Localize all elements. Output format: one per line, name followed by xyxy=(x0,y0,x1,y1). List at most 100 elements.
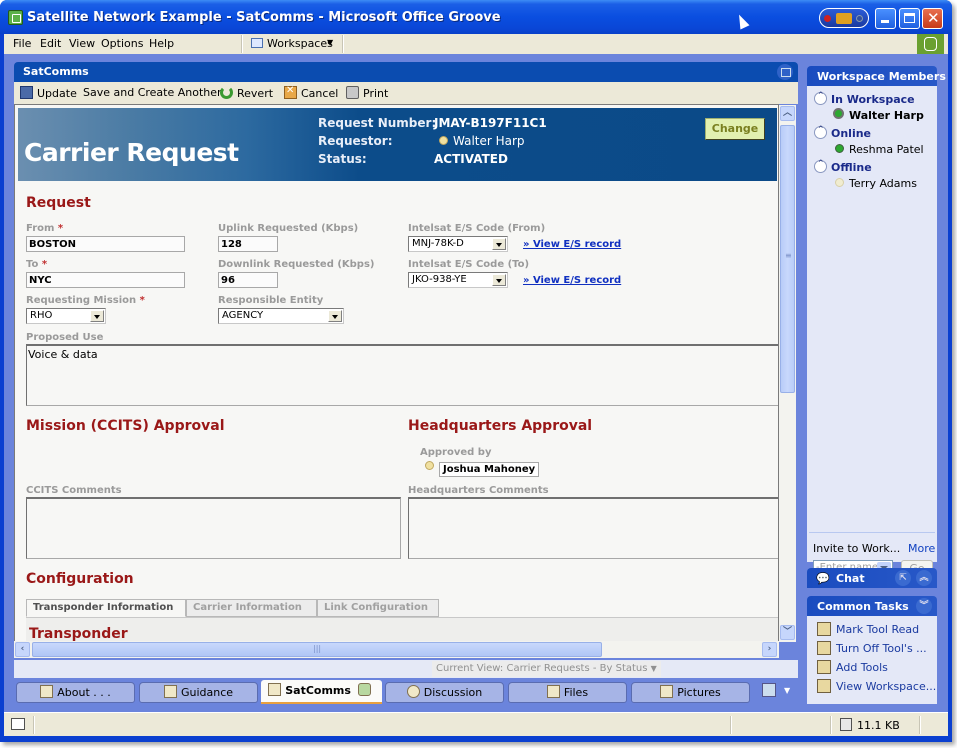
undock-icon[interactable] xyxy=(777,64,793,80)
menu-help[interactable]: Help xyxy=(149,37,174,50)
expand-chat-icon[interactable]: ︽ xyxy=(916,570,932,586)
member-reshma-patel[interactable]: Reshma Patel xyxy=(835,143,924,156)
responsible-entity-label: Responsible Entity xyxy=(218,295,324,306)
more-link[interactable]: More xyxy=(908,542,935,555)
members-header: Workspace Members xyxy=(807,66,946,86)
collapse-icon xyxy=(814,91,827,105)
task-turn-off-tool[interactable]: Turn Off Tool's ... xyxy=(817,641,927,655)
requestor-value: Walter Harp xyxy=(439,134,525,148)
minimize-button[interactable] xyxy=(875,8,896,29)
tab-about[interactable]: About . . . xyxy=(16,682,135,703)
change-button[interactable]: Change xyxy=(705,118,765,140)
status-separator xyxy=(919,716,921,734)
chat-header[interactable]: 💬 Chat ⇱ ︽ xyxy=(807,568,937,588)
horizontal-scroll-thumb[interactable]: ||| xyxy=(32,642,602,657)
chevron-down-icon xyxy=(492,238,506,250)
es-to-label: Intelsat E/S Code (To) xyxy=(408,259,530,270)
group-online[interactable]: Online xyxy=(814,125,871,140)
tab-link-configuration[interactable]: Link Configuration xyxy=(317,599,439,617)
collapse-icon xyxy=(814,125,827,139)
tool-title: SatComms xyxy=(23,65,89,78)
configuration-title: Configuration xyxy=(26,571,134,587)
tab-guidance[interactable]: Guidance xyxy=(139,682,258,703)
workspaces-menu[interactable]: Workspaces xyxy=(267,37,333,50)
tray-button[interactable] xyxy=(819,8,869,28)
tab-transponder-information[interactable]: Transponder Information xyxy=(26,599,186,617)
chevron-down-icon xyxy=(492,274,506,286)
workspaces-dropdown-icon[interactable]: ▼ xyxy=(327,38,333,47)
tab-satcomms[interactable]: SatComms xyxy=(261,680,382,704)
workspace-icon xyxy=(817,679,831,693)
group-offline[interactable]: Offline xyxy=(814,159,872,174)
uplink-field[interactable]: 128 xyxy=(218,236,278,252)
view-es-to-link[interactable]: » View E/S record xyxy=(523,275,621,286)
toolbar: Update Save and Create Another Revert Ca… xyxy=(14,82,798,104)
tab-files[interactable]: Files xyxy=(508,682,627,703)
undock-chat-icon[interactable]: ⇱ xyxy=(895,570,911,586)
maximize-button[interactable] xyxy=(899,8,920,29)
window-title: Satellite Network Example - SatComms - M… xyxy=(27,10,501,25)
add-tool-icon[interactable] xyxy=(762,683,776,697)
menu-edit[interactable]: Edit xyxy=(40,37,61,50)
requesting-mission-select[interactable]: RHO xyxy=(26,308,106,324)
tab-discussion[interactable]: Discussion xyxy=(385,682,504,703)
save-create-another-button[interactable]: Save and Create Another xyxy=(83,86,222,99)
about-tool-icon xyxy=(40,685,54,698)
tab-carrier-information[interactable]: Carrier Information xyxy=(186,599,317,617)
status-value: ACTIVATED xyxy=(434,152,508,166)
members-list: In Workspace Walter Harp Online Reshma P… xyxy=(807,86,937,578)
menu-separator xyxy=(241,35,243,53)
member-walter-harp[interactable]: Walter Harp xyxy=(833,108,924,122)
scroll-right-button[interactable]: › xyxy=(762,642,777,657)
chevron-down-icon xyxy=(90,310,104,322)
add-tools-icon xyxy=(817,660,831,674)
scroll-down-button[interactable]: ﹀ xyxy=(780,625,795,640)
downlink-field[interactable]: 96 xyxy=(218,272,278,288)
tab-pictures[interactable]: Pictures xyxy=(631,682,750,703)
member-terry-adams[interactable]: Terry Adams xyxy=(835,177,917,190)
minimize-icon xyxy=(881,20,889,23)
common-tasks-header[interactable]: Common Tasks ︾ xyxy=(807,596,937,616)
vertical-scroll-thumb[interactable]: ≡ xyxy=(780,125,795,393)
requesting-mission-label: Requesting Mission * xyxy=(26,295,145,306)
offline-icon xyxy=(835,178,844,187)
to-field[interactable]: NYC xyxy=(26,272,185,288)
task-mark-tool-read[interactable]: Mark Tool Read xyxy=(817,622,919,636)
tool-header: SatComms xyxy=(14,62,798,82)
from-field[interactable]: BOSTON xyxy=(26,236,185,252)
horizontal-scrollbar[interactable]: ‹ ||| › xyxy=(14,641,779,658)
title-bar[interactable]: Satellite Network Example - SatComms - M… xyxy=(0,0,952,34)
scroll-left-button[interactable]: ‹ xyxy=(15,642,30,657)
approved-by-label: Approved by xyxy=(420,447,492,458)
revert-button[interactable]: Revert xyxy=(220,86,273,100)
responsible-entity-select[interactable]: AGENCY xyxy=(218,308,344,324)
add-tool-dropdown-icon[interactable]: ▼ xyxy=(784,686,790,695)
scroll-up-button[interactable]: ︿ xyxy=(780,106,795,121)
close-button[interactable]: ✕ xyxy=(922,8,943,29)
request-section-title: Request xyxy=(26,195,91,211)
banner-title: Carrier Request xyxy=(24,138,239,167)
status-bar: 11.1 KB xyxy=(4,712,948,736)
menu-view[interactable]: View xyxy=(69,37,95,50)
menu-file[interactable]: File xyxy=(13,37,31,50)
current-view-selector[interactable]: Current View: Carrier Requests - By Stat… xyxy=(432,661,661,677)
requestor-label: Requestor: xyxy=(318,134,393,148)
proposed-use-textarea[interactable]: Voice & data xyxy=(26,344,778,406)
view-es-from-link[interactable]: » View E/S record xyxy=(523,239,621,250)
es-to-select[interactable]: JKO-938-YE xyxy=(408,272,508,288)
es-from-select[interactable]: MNJ-78K-D xyxy=(408,236,508,252)
notepad-icon xyxy=(163,685,177,698)
print-button[interactable]: Print xyxy=(346,86,388,100)
task-add-tools[interactable]: Add Tools xyxy=(817,660,888,674)
message-icon[interactable] xyxy=(11,718,25,730)
menu-options[interactable]: Options xyxy=(101,37,143,50)
update-button[interactable]: Update xyxy=(20,86,77,100)
vertical-scrollbar[interactable]: ︿ ≡ ﹀ xyxy=(779,105,796,642)
ccits-comments-textarea[interactable] xyxy=(26,497,401,559)
task-view-workspace[interactable]: View Workspace... xyxy=(817,679,936,693)
hq-comments-textarea[interactable] xyxy=(408,497,778,559)
approved-by-value[interactable]: Joshua Mahoney xyxy=(439,462,540,477)
group-in-workspace[interactable]: In Workspace xyxy=(814,91,915,106)
collapse-tasks-icon[interactable]: ︾ xyxy=(916,598,932,614)
cancel-button[interactable]: Cancel xyxy=(284,85,338,100)
